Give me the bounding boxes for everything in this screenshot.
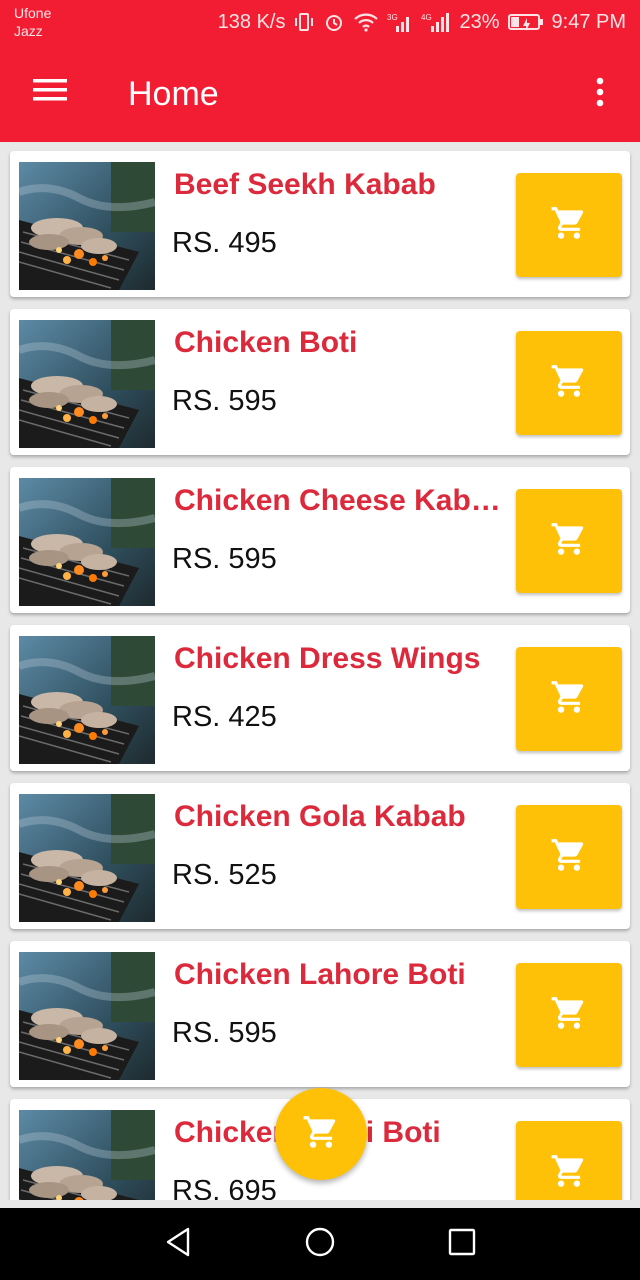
product-image: [19, 320, 155, 448]
circle-home-icon: [304, 1226, 336, 1263]
floating-cart-button[interactable]: [275, 1088, 367, 1180]
back-button[interactable]: [158, 1224, 198, 1264]
alarm-icon: [323, 11, 345, 33]
product-name: Chicken Dress Wings: [174, 642, 481, 675]
shopping-cart-icon: [301, 1113, 341, 1156]
wifi-icon: [353, 11, 379, 33]
shopping-cart-icon: [549, 678, 589, 721]
carrier-name-1: Ufone: [14, 5, 52, 21]
product-price: RS. 595: [172, 385, 277, 417]
home-button[interactable]: [300, 1224, 340, 1264]
net-speed: 138 K/s: [217, 10, 286, 33]
product-image: [19, 794, 155, 922]
add-to-cart-button[interactable]: [516, 805, 622, 909]
shopping-cart-icon: [549, 204, 589, 247]
product-price: RS. 525: [172, 859, 277, 891]
product-card[interactable]: Chicken Dress Wings RS. 425: [10, 625, 630, 771]
carrier-name-2: Jazz: [14, 23, 43, 39]
menu-button[interactable]: [26, 70, 74, 114]
add-to-cart-button[interactable]: [516, 1121, 622, 1200]
svg-text:3G: 3G: [387, 13, 398, 22]
add-to-cart-button[interactable]: [516, 489, 622, 593]
product-image: [19, 478, 155, 606]
product-card[interactable]: Chicken Cheese Kabab RS. 595: [10, 467, 630, 613]
add-to-cart-button[interactable]: [516, 963, 622, 1067]
add-to-cart-button[interactable]: [516, 331, 622, 435]
hamburger-menu-icon: [33, 78, 67, 107]
svg-text:4G: 4G: [421, 13, 432, 22]
product-name: Beef Seekh Kabab: [174, 168, 436, 201]
product-price: RS. 425: [172, 701, 277, 733]
product-name: Chicken Cheese Kabab: [174, 484, 504, 517]
app-bar: Home: [0, 44, 640, 142]
product-card[interactable]: Beef Seekh Kabab RS. 495: [10, 151, 630, 297]
recents-button[interactable]: [442, 1224, 482, 1264]
carrier-info: Ufone Jazz: [14, 4, 51, 40]
page-title: Home: [128, 75, 219, 113]
product-card[interactable]: Chicken Boti RS. 595: [10, 309, 630, 455]
triangle-back-icon: [163, 1226, 193, 1263]
product-name: Chicken Lahore Boti: [174, 958, 466, 991]
product-price: RS. 495: [172, 227, 277, 259]
system-navigation-bar: [0, 1208, 640, 1280]
signal-icon-2: 4G: [421, 11, 451, 33]
product-price: RS. 595: [172, 543, 277, 575]
shopping-cart-icon: [549, 520, 589, 563]
product-card[interactable]: Chicken Gola Kabab RS. 525: [10, 783, 630, 929]
shopping-cart-icon: [549, 994, 589, 1037]
add-to-cart-button[interactable]: [516, 173, 622, 277]
product-card[interactable]: Chicken Lahore Boti RS. 595: [10, 941, 630, 1087]
product-image: [19, 952, 155, 1080]
product-image: [19, 162, 155, 290]
battery-icon: [507, 12, 544, 32]
overflow-menu-button[interactable]: [580, 72, 620, 116]
vibrate-icon: [293, 11, 315, 33]
product-price: RS. 595: [172, 1017, 277, 1049]
shopping-cart-icon: [549, 362, 589, 405]
shopping-cart-icon: [549, 836, 589, 879]
more-vert-icon: [595, 77, 605, 112]
add-to-cart-button[interactable]: [516, 647, 622, 751]
list-bottom-gap: [0, 1200, 640, 1208]
status-bar: Ufone Jazz 138 K/s 3G 4G 23% 9:47 PM: [0, 0, 640, 44]
status-icons: 138 K/s 3G 4G 23% 9:47 PM: [218, 8, 626, 36]
product-image: [19, 636, 155, 764]
product-name: Chicken Gola Kabab: [174, 800, 466, 833]
product-name: Chicken Boti: [174, 326, 358, 359]
battery-percent: 23%: [459, 10, 500, 33]
signal-icon-1: 3G: [387, 11, 413, 33]
product-price: RS. 695: [172, 1175, 277, 1200]
top-bar: Ufone Jazz 138 K/s 3G 4G 23% 9:47 PM Hom…: [0, 0, 640, 142]
product-image: [19, 1110, 155, 1200]
square-recents-icon: [447, 1227, 477, 1262]
shopping-cart-icon: [549, 1152, 589, 1195]
clock: 9:47 PM: [551, 10, 626, 33]
product-list[interactable]: Beef Seekh Kabab RS. 495 Chicken Boti RS. 5…: [0, 142, 640, 1200]
